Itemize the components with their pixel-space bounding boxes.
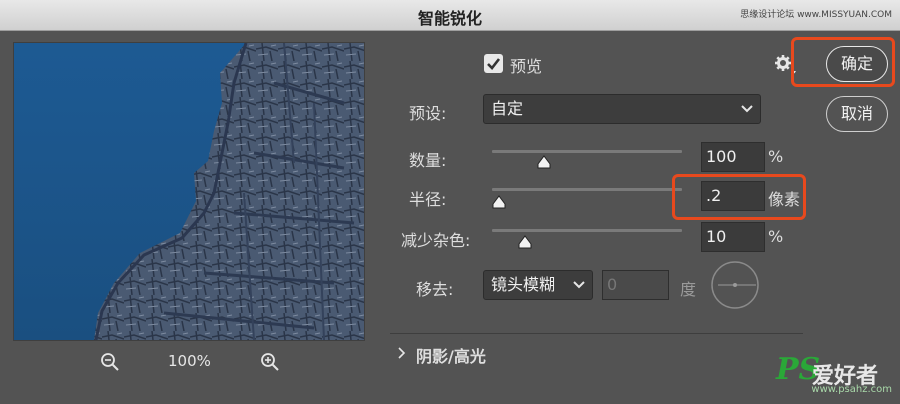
remove-select[interactable]: 镜头模糊: [483, 270, 593, 300]
remove-value: 镜头模糊: [491, 275, 556, 294]
chevron-down-icon: [573, 281, 585, 289]
radius-slider-track[interactable]: [492, 188, 682, 191]
preset-value: 自定: [491, 99, 524, 118]
section-divider: [390, 333, 803, 334]
logo-url-text: www.psahz.com: [811, 384, 892, 395]
radius-label: 半径:: [409, 190, 447, 209]
zoom-controls: 100%: [96, 350, 296, 374]
chevron-right-icon[interactable]: [396, 345, 408, 361]
amount-slider-thumb[interactable]: [537, 154, 551, 169]
preview-image[interactable]: [13, 42, 365, 341]
rock-cliff-image: [14, 43, 364, 340]
preview-label: 预览: [510, 57, 543, 76]
ok-highlight-box: [791, 37, 895, 87]
amount-label: 数量:: [409, 151, 447, 170]
angle-input[interactable]: 0: [602, 270, 669, 300]
angle-unit: 度: [680, 280, 697, 299]
title-bar: 智能锐化 思缘设计论坛 www.MISSYUAN.COM: [0, 0, 900, 31]
site-logo: PS 爱好者 www.psahz.com: [774, 352, 894, 398]
amount-input[interactable]: 100: [701, 142, 765, 172]
preview-checkbox[interactable]: [484, 54, 503, 73]
chevron-down-icon: [741, 105, 753, 113]
preset-select[interactable]: 自定: [483, 94, 761, 124]
amount-slider-track[interactable]: [492, 150, 682, 153]
remove-label: 移去:: [416, 280, 454, 299]
shadows-highlights-section[interactable]: 阴影/高光: [416, 343, 486, 367]
noise-unit: %: [768, 227, 784, 246]
noise-slider-thumb[interactable]: [518, 234, 532, 249]
checkmark-icon: [487, 58, 501, 70]
zoom-level: 100%: [168, 352, 211, 370]
zoom-in-icon[interactable]: [260, 352, 280, 372]
amount-unit: %: [768, 147, 784, 166]
radius-highlight-box: [672, 174, 806, 220]
radius-slider-thumb[interactable]: [492, 194, 506, 209]
noise-label: 减少杂色:: [401, 231, 471, 250]
preset-label: 预设:: [409, 104, 447, 123]
cancel-button[interactable]: 取消: [826, 96, 888, 132]
watermark-text: 思缘设计论坛 www.MISSYUAN.COM: [740, 10, 892, 20]
angle-dial[interactable]: [710, 260, 760, 310]
noise-slider-track[interactable]: [492, 229, 682, 232]
noise-input[interactable]: 10: [701, 222, 765, 252]
zoom-out-icon[interactable]: [100, 352, 120, 372]
